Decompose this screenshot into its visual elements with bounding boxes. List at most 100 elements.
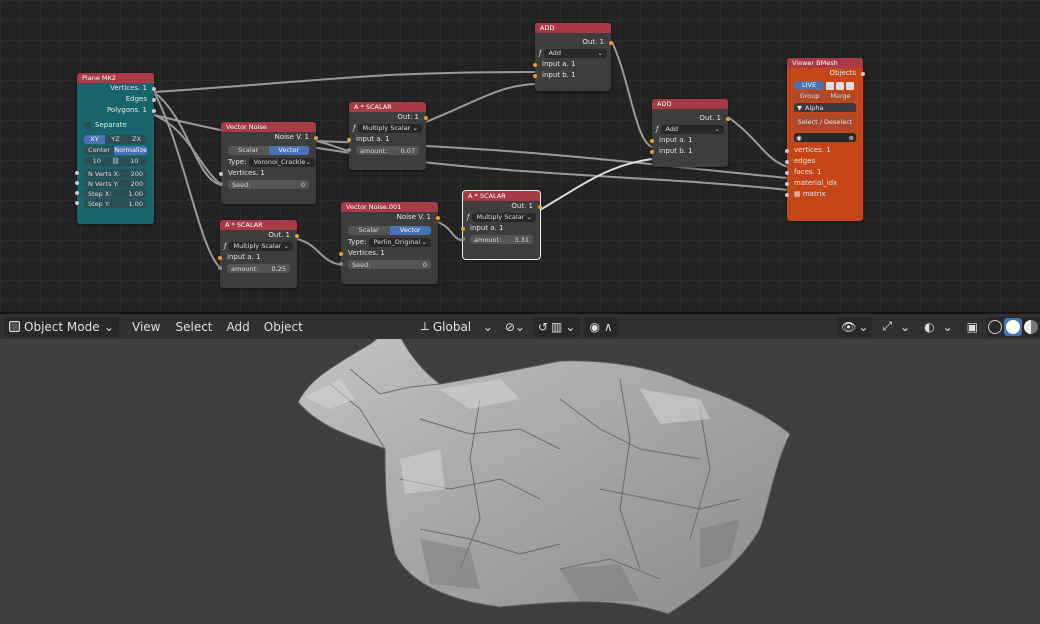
- socket-polygons-out[interactable]: [152, 109, 156, 113]
- socket-objects-out[interactable]: [861, 72, 865, 76]
- plane-mk2-node[interactable]: Plane MK2 Vertices. 1 Edges Polygons. 1 …: [75, 73, 156, 224]
- menu-select[interactable]: Select: [171, 317, 216, 337]
- noise-mesh-object[interactable]: [0, 339, 1040, 624]
- socket-in-b[interactable]: [533, 74, 537, 78]
- socket-in[interactable]: [461, 227, 465, 231]
- menu-view[interactable]: View: [128, 317, 164, 337]
- material-row[interactable]: ▼ Alpha: [794, 103, 856, 112]
- add-2-header[interactable]: ADD: [652, 99, 728, 109]
- vector-noise-001-header[interactable]: Vector Noise.001: [341, 202, 438, 212]
- menu-object[interactable]: Object: [260, 317, 307, 337]
- socket-faces-in[interactable]: [785, 171, 789, 175]
- object-picker[interactable]: ◉ ⊕: [794, 133, 856, 142]
- direction-yz[interactable]: YZ: [105, 135, 126, 144]
- step-x-field[interactable]: Step X: 1.00: [75, 189, 147, 198]
- vector-noise-001-node[interactable]: Vector Noise.001 Noise V. 1 Scalar Vecto…: [339, 202, 440, 284]
- link-icon[interactable]: ⛓: [109, 157, 122, 166]
- socket-edges-in[interactable]: [785, 160, 789, 164]
- mode-scalar[interactable]: Scalar: [228, 146, 269, 155]
- n-verts-x-field[interactable]: N Verts X: 200: [75, 169, 147, 178]
- pivot-dropdown[interactable]: ⊘ ⌄: [501, 317, 529, 337]
- socket-material-in[interactable]: [785, 182, 789, 186]
- socket-vertices-in[interactable]: [219, 172, 223, 176]
- xray-toggle[interactable]: ▣: [963, 317, 982, 337]
- mode-selector[interactable]: Object Mode ⌄: [4, 316, 119, 337]
- solid-shading-icon[interactable]: [1004, 317, 1022, 336]
- falloff-icon[interactable]: ∧: [604, 320, 613, 334]
- normalize-toggle[interactable]: Normalize: [114, 146, 147, 155]
- socket-in-b[interactable]: [650, 150, 654, 154]
- menu-add[interactable]: Add: [223, 317, 254, 337]
- select-cursor-icon[interactable]: [836, 81, 844, 90]
- scalar-node-3[interactable]: A * SCALAR Out. 1 ƒ Multiply Scalar ⌄ inp…: [461, 190, 542, 260]
- socket-in-a[interactable]: [533, 63, 537, 67]
- center-toggle[interactable]: Center: [84, 146, 115, 155]
- scalar-2-header[interactable]: A * SCALAR: [220, 220, 297, 230]
- n-verts-y-field[interactable]: N Verts Y: 200: [75, 179, 147, 188]
- operation-dropdown[interactable]: Add ⌄: [544, 49, 607, 58]
- socket-vertices-in[interactable]: [339, 252, 343, 256]
- operation-dropdown[interactable]: Multiply Scalar ⌄: [358, 124, 422, 133]
- wireframe-shading-icon[interactable]: [988, 319, 1002, 334]
- socket-out[interactable]: [726, 117, 730, 121]
- socket-out[interactable]: [538, 205, 542, 209]
- merge-toggle[interactable]: Merge: [825, 92, 856, 101]
- socket-out[interactable]: [424, 116, 428, 120]
- overlays-toggle[interactable]: ◐: [920, 317, 938, 337]
- socket-out[interactable]: [609, 41, 613, 45]
- overlays-dropdown[interactable]: ⌄: [939, 317, 957, 337]
- plane-node-header[interactable]: Plane MK2: [77, 73, 154, 83]
- operation-dropdown[interactable]: Add ⌄: [661, 125, 724, 134]
- node-editor[interactable]: Plane MK2 Vertices. 1 Edges Polygons. 1 …: [0, 0, 1040, 312]
- add-1-header[interactable]: ADD: [535, 23, 611, 33]
- noise-type-dropdown[interactable]: Voronoi_Crackle ⌄: [249, 158, 315, 167]
- res-x-field[interactable]: 10: [84, 157, 110, 166]
- vector-noise-header[interactable]: Vector Noise: [221, 122, 316, 132]
- socket-edges-out[interactable]: [152, 98, 156, 102]
- visibility-dropdown[interactable]: 👁 ⌄: [837, 316, 873, 337]
- seed-field[interactable]: Seed: 0: [219, 180, 309, 189]
- snap-toggle-icon[interactable]: ↺: [538, 320, 548, 334]
- socket-noise-out[interactable]: [314, 136, 318, 140]
- amount-field[interactable]: amount: 0.25: [218, 264, 290, 273]
- amount-field[interactable]: amount: 0.07: [347, 146, 419, 155]
- scalar-node-2[interactable]: A * SCALAR Out. 1 ƒ Multiply Scalar ⌄ inp…: [218, 220, 299, 288]
- amount-field[interactable]: amount: 3.31: [461, 235, 533, 244]
- socket-out[interactable]: [295, 234, 299, 238]
- separate-checkbox[interactable]: [84, 122, 91, 129]
- scalar-1-header[interactable]: A * SCALAR: [349, 102, 426, 112]
- select-deselect-button[interactable]: Select / Deselect: [794, 114, 856, 130]
- step-y-field[interactable]: Step Y: 1.00: [75, 199, 147, 208]
- mode-vector[interactable]: Vector: [389, 226, 431, 235]
- group-toggle[interactable]: Group: [794, 92, 825, 101]
- vector-noise-node[interactable]: Vector Noise Noise V. 1 Scalar Vector Ty…: [219, 122, 318, 204]
- res-y-field[interactable]: 10: [121, 157, 147, 166]
- socket-in[interactable]: [218, 256, 222, 260]
- add-node-2[interactable]: ADD Out. 1 ƒ Add ⌄ input a. 1 input b. 1: [650, 99, 730, 167]
- operation-dropdown[interactable]: Multiply Scalar ⌄: [472, 213, 536, 222]
- socket-in[interactable]: [347, 138, 351, 142]
- hide-icon[interactable]: [826, 81, 834, 90]
- material-shading-icon[interactable]: [1024, 319, 1038, 334]
- add-node-1[interactable]: ADD Out. 1 ƒ Add ⌄ input a. 1 input b. 1: [533, 23, 613, 91]
- viewer-bmesh-node[interactable]: Viewer BMesh Objects LIVE Group Merge ▼ …: [785, 58, 865, 221]
- socket-vertices-in[interactable]: [785, 149, 789, 153]
- snap-target-icon[interactable]: ▥: [551, 320, 562, 334]
- socket-in-a[interactable]: [650, 139, 654, 143]
- scalar-3-header[interactable]: A * SCALAR: [463, 191, 540, 201]
- 3d-viewport[interactable]: [0, 339, 1040, 624]
- socket-vertices-out[interactable]: [152, 87, 156, 91]
- gizmo-toggle[interactable]: ⤢: [878, 317, 896, 337]
- gizmo-dropdown[interactable]: ⌄: [896, 317, 914, 337]
- socket-noise-out[interactable]: [436, 216, 440, 220]
- mode-scalar[interactable]: Scalar: [348, 226, 390, 235]
- seed-field[interactable]: Seed: 0: [339, 260, 431, 269]
- eyedropper-icon[interactable]: ⊕: [849, 134, 854, 142]
- socket-matrix-in[interactable]: [785, 193, 789, 197]
- viewer-header[interactable]: Viewer BMesh: [787, 58, 863, 68]
- mode-vector[interactable]: Vector: [268, 146, 309, 155]
- proportional-edit-icon[interactable]: ◉: [589, 320, 599, 334]
- noise-type-dropdown[interactable]: Perlin_Original ⌄: [369, 238, 431, 247]
- direction-zx[interactable]: ZX: [126, 135, 147, 144]
- render-camera-icon[interactable]: [846, 81, 854, 90]
